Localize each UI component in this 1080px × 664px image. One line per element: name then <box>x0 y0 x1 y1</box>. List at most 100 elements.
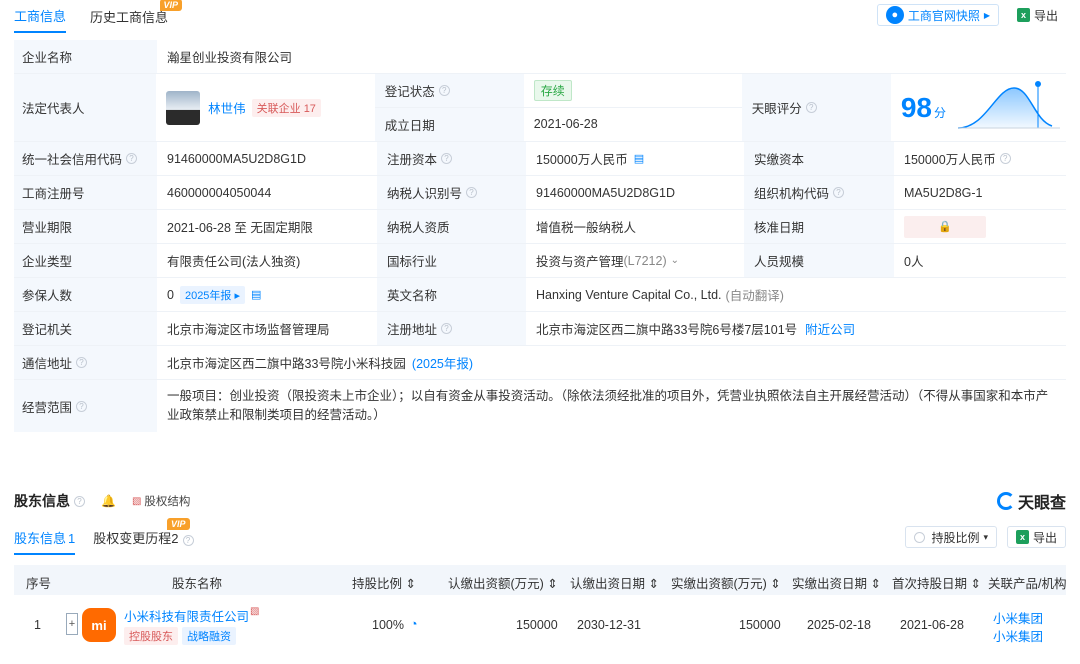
reg-capital: 150000万人民币 <box>536 153 628 167</box>
col-subscribed[interactable]: 认缴出资额(万元) ⇕ <box>448 573 558 592</box>
legal-rep-name[interactable]: 林世伟 <box>208 98 246 117</box>
structure-label: 股权结构 <box>144 496 191 508</box>
reg-capital-cell: 150000万人民币 ▤ <box>526 142 744 175</box>
label-insured: 参保人数 <box>14 278 157 311</box>
related-product-2[interactable]: 小米集团 <box>993 626 1043 645</box>
paid-capital: 150000万人民币 <box>904 153 996 167</box>
subscribed-amount: 150000 <box>516 618 558 632</box>
label-reg-capital: 注册资本? <box>377 142 526 175</box>
col-related: 关联产品/机构 <box>988 577 1067 591</box>
staff: 0人 <box>904 255 924 269</box>
help-icon[interactable]: ? <box>999 153 1011 164</box>
chart-icon[interactable]: ▤ <box>634 152 644 165</box>
label-industry: 国标行业 <box>377 244 526 277</box>
nearby-company-link[interactable]: 附近公司 <box>805 319 855 338</box>
tianyan-score: 98 <box>900 91 932 123</box>
chart-icon[interactable]: ▤ <box>251 288 261 301</box>
tab-history-business-info[interactable]: 历史工商信息 VIP <box>90 0 183 32</box>
filter-icon <box>914 531 926 543</box>
expand-button[interactable]: + <box>66 613 78 635</box>
col-paid[interactable]: 实缴出资额(万元) ⇕ <box>671 573 781 592</box>
label-reg-status: 登记状态? <box>374 74 524 107</box>
shareholder-export-button[interactable]: x 导出 <box>1006 526 1066 548</box>
tab-business-info[interactable]: 工商信息 <box>14 6 67 33</box>
col-sub-date[interactable]: 认缴出资日期 ⇕ <box>570 573 659 592</box>
related-company-badge[interactable]: 关联企业 17 <box>251 98 321 117</box>
related-product-1[interactable]: 小米集团 <box>993 608 1043 627</box>
row-mail-address: 通信地址? 北京市海淀区西二旗中路33号院小米科技园 (2025年报) <box>14 346 1066 380</box>
bell-icon[interactable]: 🔔 <box>101 494 116 508</box>
help-icon[interactable]: ? <box>182 535 194 546</box>
row-index: 1 <box>34 618 41 632</box>
label-est-date: 成立日期 <box>374 107 524 141</box>
english-name: Hanxing Venture Capital Co., Ltd. <box>536 287 722 302</box>
insured-cell: 0 2025年报 ▸ ▤ <box>157 278 377 311</box>
help-icon[interactable]: ? <box>441 153 453 164</box>
business-scope: 一般项目：创业投资（限投资未上市企业）；以自有资金从事投资活动。（除依法须经批准… <box>167 389 1049 422</box>
label-paid-capital: 实缴资本 <box>744 142 894 175</box>
help-icon[interactable]: ? <box>126 153 138 164</box>
tab-equity-change[interactable]: 股权变更历程2? VIP <box>93 518 194 555</box>
label-reg-no: 工商注册号 <box>14 176 157 209</box>
reg-status-badge: 存续 <box>533 79 572 101</box>
vip-badge: VIP <box>166 518 190 530</box>
taxpayer-id: 91460000MA5U2D8G1D <box>536 185 675 200</box>
col-ratio[interactable]: 持股比例 ⇕ <box>352 573 416 592</box>
tianyancha-logo: 天眼查 <box>996 489 1066 513</box>
subscribed-date: 2030-12-31 <box>577 618 641 632</box>
tab-shareholder-info[interactable]: 股东信息 1 <box>14 528 76 555</box>
est-date: 2021-06-28 <box>533 117 598 132</box>
mail-address-cell: 北京市海淀区西二旗中路33号院小米科技园 (2025年报) <box>157 346 1066 379</box>
shareholder-tabs: 股东信息 1 股权变更历程2? VIP <box>14 518 194 555</box>
address-cell: 北京市海淀区西二旗中路33号院6号楼7层101号 附近公司 <box>526 312 1066 345</box>
english-name-cell: Hanxing Venture Capital Co., Ltd. (自动翻译) <box>526 278 1066 311</box>
export-label: 导出 <box>1032 530 1057 545</box>
col-paid-date[interactable]: 实缴出资日期 ⇕ <box>792 573 881 592</box>
official-snapshot-button[interactable]: ● 工商官网快照 ▶ <box>876 4 999 26</box>
help-icon[interactable]: ? <box>466 187 478 198</box>
paid-date: 2025-02-18 <box>807 618 871 632</box>
label-legal-rep: 法定代表人 <box>14 74 157 141</box>
insured-report-badge[interactable]: 2025年报 ▸ <box>179 285 246 304</box>
logo-icon <box>996 492 1015 510</box>
row-insured: 参保人数 0 2025年报 ▸ ▤ 英文名称 Hanxing Venture Cap… <box>14 278 1066 312</box>
industry: 投资与资产管理 <box>536 255 624 269</box>
tab-history-label: 历史工商信息 <box>90 10 169 25</box>
help-icon[interactable]: ? <box>74 495 85 507</box>
industry-code: (L7212) <box>623 253 667 268</box>
industry-cell[interactable]: 投资与资产管理 (L7212) ⌄ <box>526 244 744 277</box>
caret-right-icon: ▶ <box>983 10 990 20</box>
first-holding-date: 2021-06-28 <box>900 618 964 632</box>
term: 2021-06-28 至 无固定期限 <box>167 221 313 235</box>
help-icon[interactable]: ? <box>441 323 453 334</box>
controlling-tag: 控股股东 <box>124 627 178 645</box>
company-type: 有限责任公司(法人独资) <box>167 255 301 269</box>
help-icon[interactable]: ? <box>438 84 450 96</box>
row-reg-no: 工商注册号 460000004050044 纳税人识别号? 91460000MA… <box>14 176 1066 210</box>
shareholder-name[interactable]: 小米科技有限责任公司 <box>124 606 249 625</box>
tianyan-score-cell: 98 分 <box>890 74 1066 141</box>
org-code: MA5U2D8G-1 <box>904 185 983 200</box>
avatar <box>166 90 201 125</box>
label-tianyan-score: 天眼评分? <box>741 74 891 141</box>
export-button[interactable]: x 导出 <box>1008 4 1066 26</box>
brand-name: 天眼查 <box>1017 495 1066 512</box>
snapshot-label: 工商官网快照 <box>907 8 980 23</box>
help-icon[interactable]: ? <box>833 187 845 198</box>
ratio-chart-icon[interactable]: ◔ <box>410 617 418 631</box>
help-icon[interactable]: ? <box>76 400 88 412</box>
help-icon[interactable]: ? <box>805 102 817 113</box>
row-legal-rep: 法定代表人 林世伟 关联企业 17 登记状态? 存续 成立日期 2021-06-… <box>14 74 1066 142</box>
label-type: 企业类型 <box>14 244 157 277</box>
taxpayer-qual: 增值税一般纳税人 <box>536 221 637 235</box>
export-label: 导出 <box>1033 8 1058 23</box>
structure-icon[interactable]: ▧ <box>250 606 259 617</box>
col-first-date[interactable]: 首次持股日期 ⇕ <box>892 573 981 592</box>
label-company-name: 企业名称 <box>14 40 157 73</box>
lock-icon[interactable]: 🔒 <box>904 215 986 238</box>
mail-report-link[interactable]: (2025年报) <box>412 353 473 372</box>
equity-structure-button[interactable]: ▧ 股权结构 <box>132 493 190 509</box>
row-scope: 经营范围? 一般项目：创业投资（限投资未上市企业）；以自有资金从事投资活动。（除… <box>14 380 1066 432</box>
ratio-filter-button[interactable]: 持股比例 ▾ <box>905 526 997 548</box>
help-icon[interactable]: ? <box>76 357 88 368</box>
